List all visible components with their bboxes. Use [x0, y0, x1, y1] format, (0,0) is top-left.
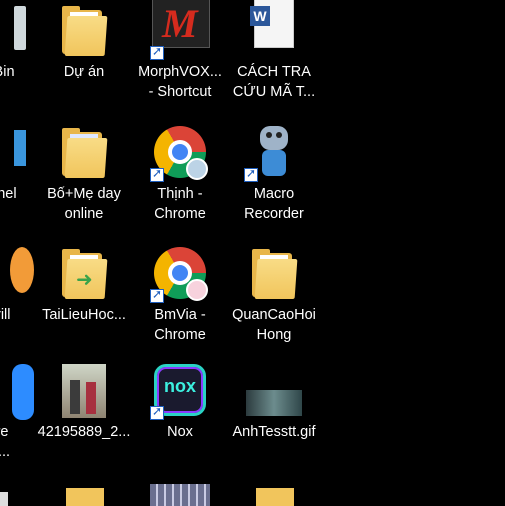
zoom-icon: [0, 362, 34, 420]
shortcut-arrow-icon: [150, 44, 164, 60]
folder-icon[interactable]: [62, 486, 106, 506]
icon-label: QuanCaoHoi Hong: [232, 307, 316, 343]
photo-42195889[interactable]: 42195889_2...: [34, 362, 134, 442]
chrome-icon: [150, 245, 208, 303]
robot-icon: [244, 124, 302, 182]
shortcut-arrow-icon: [244, 166, 258, 182]
nox-icon: nox: [150, 362, 208, 420]
shortcut-arrow-icon: [150, 287, 164, 303]
icon-label: TaiLieuHoc...: [42, 307, 126, 323]
gif-thumbnail-icon: [246, 362, 302, 418]
photo-thumbnail-icon: [56, 362, 112, 418]
partial-icon[interactable]: [0, 488, 10, 506]
folder-du-an[interactable]: Dự án: [34, 2, 134, 82]
folder-bo-me-day-online[interactable]: Bố+Mẹ day online: [34, 124, 134, 224]
app-thumbnail-icon[interactable]: [150, 484, 210, 506]
icon-label: MorphVOX... - Shortcut: [138, 64, 222, 100]
icon-label: AnhTesstt.gif: [232, 424, 316, 440]
shortcut-arrow-icon: [150, 404, 164, 420]
profile-avatar-icon: [186, 158, 208, 180]
icon-label: Bố+Mẹ day online: [47, 186, 121, 222]
shortcut-arrow-icon: [150, 166, 164, 182]
folder-icon: [246, 245, 302, 301]
chrome-thinh-shortcut[interactable]: Thịnh - Chrome: [130, 124, 230, 224]
word-doc-cach-tra[interactable]: W CÁCH TRA CỨU MÃ T...: [224, 0, 324, 102]
recycle-bin-icon: [0, 2, 26, 58]
chrome-icon: [150, 124, 208, 182]
folder-quancaohoi-hong[interactable]: QuanCaoHoi Hong: [224, 245, 324, 345]
icon-label: CÁCH TRA CỨU MÃ T...: [232, 64, 316, 100]
icon-label: BmVia - Chrome: [154, 307, 206, 343]
icon-label: 42195889_2...: [37, 424, 131, 440]
folder-icon: [56, 2, 112, 58]
icon-label: Thịnh - Chrome: [154, 186, 206, 222]
control-panel-icon: [0, 124, 26, 180]
morphvox-shortcut[interactable]: M MorphVOX... - Shortcut: [130, 0, 230, 102]
folder-icon: ➜: [56, 245, 112, 301]
folder-icon[interactable]: [252, 486, 296, 506]
icon-label: Macro Recorder: [244, 186, 304, 222]
folder-icon: [56, 124, 112, 180]
icon-label: Nox: [167, 424, 193, 440]
word-document-icon: W: [246, 0, 302, 58]
macro-recorder-shortcut[interactable]: Macro Recorder: [224, 124, 324, 224]
chrome-bmvia-shortcut[interactable]: BmVia - Chrome: [130, 245, 230, 345]
morphvox-icon: M: [150, 0, 210, 60]
gif-anhtesstt[interactable]: AnhTesstt.gif: [224, 362, 324, 442]
profile-avatar-icon: [186, 279, 208, 301]
drill-icon: [0, 245, 34, 301]
folder-tailieuhoc[interactable]: ➜ TaiLieuHoc...: [34, 245, 134, 325]
icon-label: Dự án: [63, 64, 105, 80]
nox-shortcut[interactable]: nox Nox: [130, 362, 230, 442]
